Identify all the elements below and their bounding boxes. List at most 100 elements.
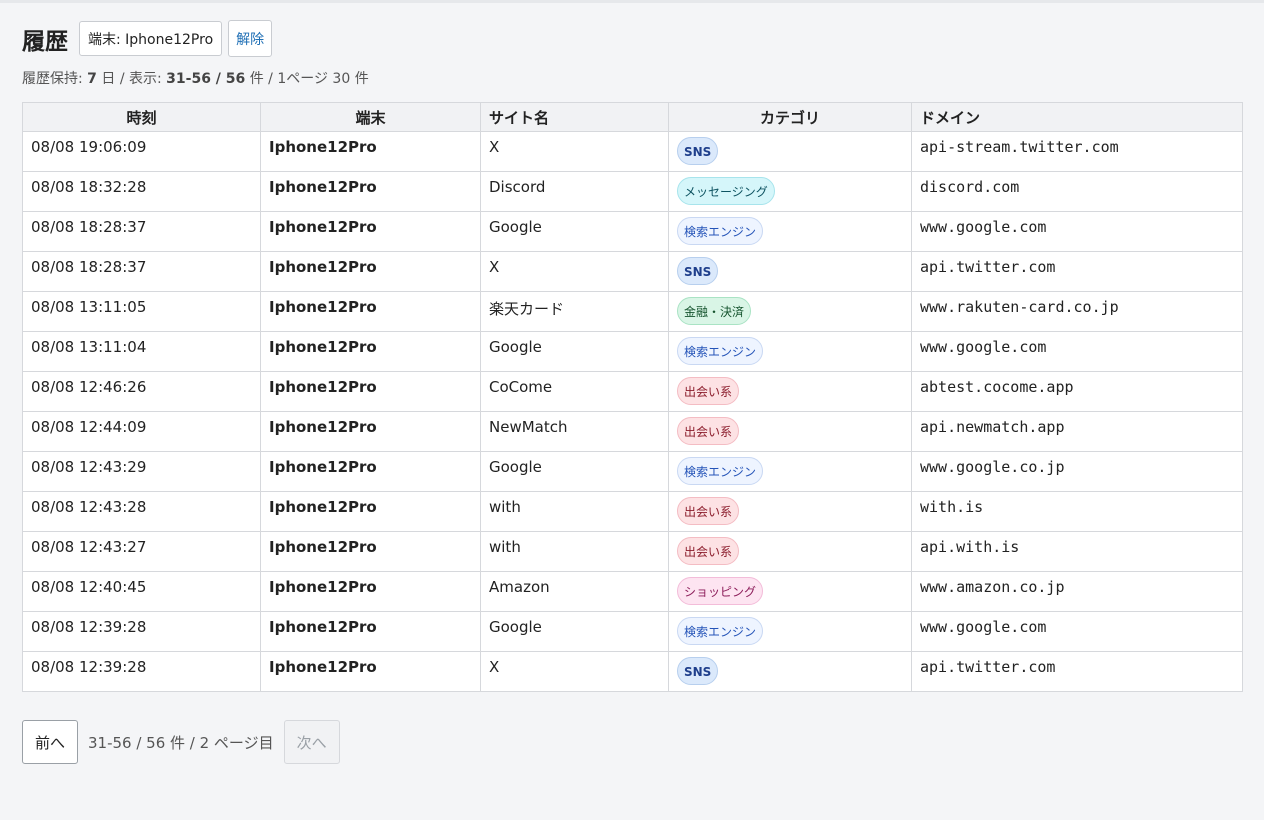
- time-cell: 08/08 12:43:27: [22, 531, 261, 572]
- page-header: 履歴 端末: Iphone12Pro 解除: [22, 20, 273, 57]
- category-cell: 検索エンジン: [668, 211, 912, 252]
- category-badge: SNS: [677, 657, 719, 685]
- category-cell: 検索エンジン: [668, 331, 912, 372]
- time-cell: 08/08 12:43:29: [22, 451, 261, 492]
- category-cell: メッセージング: [668, 171, 912, 212]
- device-cell: Iphone12Pro: [260, 411, 481, 452]
- site-name-cell: Discord: [480, 171, 669, 212]
- category-cell: 検索エンジン: [668, 451, 912, 492]
- category-badge: 検索エンジン: [677, 457, 764, 485]
- time-cell: 08/08 12:39:28: [22, 651, 261, 692]
- site-name-cell: X: [480, 651, 669, 692]
- table-row: 08/08 12:43:29 Iphone12Pro Google 検索エンジン www…: [22, 451, 1243, 492]
- table-row: 08/08 12:39:28 Iphone12Pro Google 検索エンジン www…: [22, 611, 1243, 652]
- device-cell: Iphone12Pro: [260, 651, 481, 692]
- category-cell: 出会い系: [668, 411, 912, 452]
- domain-cell: api.twitter.com: [911, 251, 1243, 292]
- domain-cell: api.with.is: [911, 531, 1243, 572]
- retention-unit: 日 / 表示:: [96, 71, 167, 87]
- display-range: 31-56 / 56: [166, 71, 246, 87]
- device-cell: Iphone12Pro: [260, 531, 481, 572]
- site-name-cell: with: [480, 491, 669, 532]
- domain-cell: www.rakuten-card.co.jp: [911, 291, 1243, 332]
- category-badge: 出会い系: [677, 417, 740, 445]
- table-row: 08/08 12:40:45 Iphone12Pro Amazon ショッピング www…: [22, 571, 1243, 612]
- domain-cell: www.amazon.co.jp: [911, 571, 1243, 612]
- time-cell: 08/08 18:32:28: [22, 171, 261, 212]
- history-summary: 履歴保持: 7 日 / 表示: 31-56 / 56 件 / 1ページ 30 件: [22, 68, 369, 88]
- top-border: [0, 0, 1264, 3]
- category-badge: 検索エンジン: [677, 617, 764, 645]
- next-page-button: 次へ: [283, 720, 340, 764]
- device-cell: Iphone12Pro: [260, 451, 481, 492]
- device-cell: Iphone12Pro: [260, 131, 481, 172]
- time-cell: 08/08 13:11:04: [22, 331, 261, 372]
- device-cell: Iphone12Pro: [260, 371, 481, 412]
- category-badge: ショッピング: [677, 577, 764, 605]
- time-cell: 08/08 18:28:37: [22, 211, 261, 252]
- display-range-unit: 件: [245, 71, 264, 87]
- table-row: 08/08 18:32:28 Iphone12Pro Discord メッセージング d…: [22, 171, 1243, 212]
- category-cell: ショッピング: [668, 571, 912, 612]
- pagination: 前へ 31-56 / 56 件 / 2 ページ目 次へ: [22, 720, 340, 764]
- column-header-category: カテゴリ: [668, 102, 912, 132]
- per-page-info: / 1ページ 30 件: [263, 71, 369, 87]
- device-cell: Iphone12Pro: [260, 291, 481, 332]
- clear-filter-button[interactable]: 解除: [228, 20, 273, 57]
- category-badge: 検索エンジン: [677, 337, 764, 365]
- table-row: 08/08 13:11:04 Iphone12Pro Google 検索エンジン www…: [22, 331, 1243, 372]
- domain-cell: api.twitter.com: [911, 651, 1243, 692]
- domain-cell: abtest.cocome.app: [911, 371, 1243, 412]
- prev-page-button[interactable]: 前へ: [22, 720, 78, 764]
- history-table: 時刻 端末 サイト名 カテゴリ ドメイン 08/08 19:06:09 Iphon…: [22, 102, 1243, 692]
- site-name-cell: Google: [480, 451, 669, 492]
- domain-cell: www.google.com: [911, 331, 1243, 372]
- column-header-domain: ドメイン: [911, 102, 1243, 132]
- domain-cell: www.google.co.jp: [911, 451, 1243, 492]
- table-row: 08/08 19:06:09 Iphone12Pro X SNS api-stream.…: [22, 131, 1243, 172]
- device-cell: Iphone12Pro: [260, 611, 481, 652]
- category-badge: SNS: [677, 137, 719, 165]
- time-cell: 08/08 12:43:28: [22, 491, 261, 532]
- time-cell: 08/08 12:44:09: [22, 411, 261, 452]
- domain-cell: api.newmatch.app: [911, 411, 1243, 452]
- retention-value: 7: [87, 71, 97, 87]
- device-cell: Iphone12Pro: [260, 491, 481, 532]
- page-title: 履歴: [22, 28, 68, 55]
- category-cell: 検索エンジン: [668, 611, 912, 652]
- category-badge: SNS: [677, 257, 719, 285]
- table-row: 08/08 18:28:37 Iphone12Pro X SNS api.twitter…: [22, 251, 1243, 292]
- table-row: 08/08 12:43:27 Iphone12Pro with 出会い系 api.wit…: [22, 531, 1243, 572]
- table-row: 08/08 12:39:28 Iphone12Pro X SNS api.twitter…: [22, 651, 1243, 692]
- time-cell: 08/08 12:40:45: [22, 571, 261, 612]
- time-cell: 08/08 18:28:37: [22, 251, 261, 292]
- category-badge: 出会い系: [677, 537, 740, 565]
- site-name-cell: Google: [480, 611, 669, 652]
- column-header-site: サイト名: [480, 102, 669, 132]
- site-name-cell: Google: [480, 331, 669, 372]
- device-cell: Iphone12Pro: [260, 331, 481, 372]
- category-cell: 出会い系: [668, 491, 912, 532]
- site-name-cell: Google: [480, 211, 669, 252]
- site-name-cell: X: [480, 131, 669, 172]
- category-cell: SNS: [668, 651, 912, 692]
- domain-cell: www.google.com: [911, 211, 1243, 252]
- table-row: 08/08 12:43:28 Iphone12Pro with 出会い系 with.is: [22, 491, 1243, 532]
- time-cell: 08/08 13:11:05: [22, 291, 261, 332]
- device-filter-chip: 端末: Iphone12Pro: [79, 21, 223, 56]
- page-info: 31-56 / 56 件 / 2 ページ目: [88, 733, 274, 752]
- column-header-time: 時刻: [22, 102, 261, 132]
- time-cell: 08/08 19:06:09: [22, 131, 261, 172]
- site-name-cell: NewMatch: [480, 411, 669, 452]
- table-row: 08/08 13:11:05 Iphone12Pro 楽天カード 金融・決済 www.r…: [22, 291, 1243, 332]
- category-badge: 出会い系: [677, 377, 740, 405]
- category-cell: SNS: [668, 131, 912, 172]
- category-badge: メッセージング: [677, 177, 775, 205]
- table-row: 08/08 18:28:37 Iphone12Pro Google 検索エンジン www…: [22, 211, 1243, 252]
- domain-cell: discord.com: [911, 171, 1243, 212]
- domain-cell: with.is: [911, 491, 1243, 532]
- domain-cell: www.google.com: [911, 611, 1243, 652]
- device-cell: Iphone12Pro: [260, 251, 481, 292]
- table-row: 08/08 12:44:09 Iphone12Pro NewMatch 出会い系 api…: [22, 411, 1243, 452]
- category-badge: 検索エンジン: [677, 217, 764, 245]
